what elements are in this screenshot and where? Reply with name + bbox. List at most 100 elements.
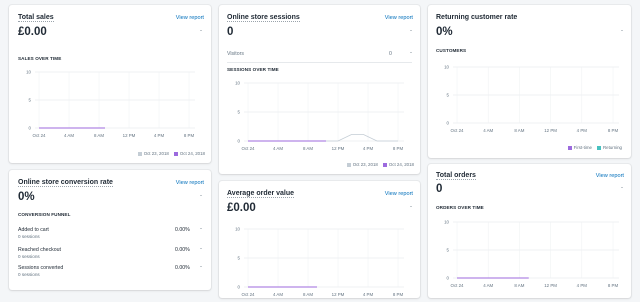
visitors-value: 0	[389, 51, 392, 57]
returning-title: Returning customer rate	[436, 14, 518, 21]
legend-label-first-time: First-time	[573, 145, 592, 150]
funnel-row-percent: 0.00%	[175, 265, 190, 271]
x-tick-label: 8 PM	[393, 292, 404, 297]
conversion-value: 0%	[18, 191, 35, 203]
x-tick-label: 8 AM	[303, 146, 313, 151]
funnel-row-change: -	[200, 246, 202, 252]
sessions-view-report-link[interactable]: View report	[385, 15, 413, 21]
y-tick-label: 0	[447, 121, 450, 126]
x-tick-label: 12 PM	[123, 133, 136, 138]
conversion-title[interactable]: Online store conversion rate	[18, 179, 113, 187]
average-order-value-card: Average order value View report £0.00 - …	[219, 181, 420, 298]
conversion-view-report-link[interactable]: View report	[176, 180, 204, 186]
sessions-legend: Oct 23, 2018 Oct 24, 2018	[346, 162, 414, 167]
sales-legend: Oct 23, 2018 Oct 24, 2018	[137, 151, 205, 156]
x-tick-label: 4 PM	[363, 292, 374, 297]
total-orders-value: 0	[436, 183, 443, 195]
x-tick-label: 8 PM	[608, 283, 619, 288]
legend-swatch-current	[382, 162, 387, 167]
sessions-over-time-chart: 10 5 0Oct 24 4 AM 8 AM 12 PM 4 PM 8 PM	[235, 81, 404, 151]
visitors-divider	[227, 62, 412, 63]
sales-over-time-chart: 10 5 0Oct 24 4 AM 8 AM 12 PM 4 PM 8 PM	[26, 70, 195, 138]
returning-value: 0%	[436, 26, 453, 38]
conversion-funnel-label: CONVERSION FUNNEL	[18, 212, 71, 217]
y-tick-label: 5	[447, 248, 450, 253]
x-tick-label: 8 AM	[303, 292, 313, 297]
sessions-title[interactable]: Online store sessions	[227, 14, 300, 22]
legend-swatch-prev	[137, 151, 142, 156]
x-tick-label: Oct 24	[33, 133, 46, 138]
total-sales-card: Total sales View report £0.00 - SALES OV…	[9, 5, 211, 163]
funnel-row-change: -	[200, 226, 202, 232]
x-tick-label: 12 PM	[544, 128, 557, 133]
x-tick-label: 8 PM	[608, 128, 619, 133]
x-tick-label: Oct 24	[242, 146, 255, 151]
x-tick-label: 8 AM	[514, 128, 524, 133]
y-tick-label: 5	[29, 98, 32, 103]
orders-over-time-label: ORDERS OVER TIME	[436, 205, 484, 210]
y-tick-label: 5	[238, 256, 241, 261]
x-tick-label: 4 AM	[273, 292, 283, 297]
y-tick-label: 0	[238, 285, 241, 290]
x-tick-label: 4 AM	[273, 146, 283, 151]
returning-customer-rate-card: Returning customer rate 0% - CUSTOMERS 1…	[428, 5, 631, 158]
visitors-change: -	[410, 50, 412, 56]
visitors-label: Visitors	[227, 51, 244, 57]
total-sales-value: £0.00	[18, 26, 47, 38]
online-store-sessions-card: Online store sessions View report 0 - Vi…	[219, 5, 420, 174]
x-tick-label: 12 PM	[544, 283, 557, 288]
total-orders-view-report-link[interactable]: View report	[596, 173, 624, 179]
y-tick-label: 5	[447, 93, 450, 98]
funnel-row-change: -	[200, 264, 202, 270]
customers-legend: First-time Returning	[567, 145, 622, 150]
x-tick-label: 4 PM	[577, 283, 588, 288]
y-tick-label: 10	[235, 81, 240, 86]
x-tick-label: 8 AM	[514, 283, 524, 288]
series-line-comparison	[248, 134, 398, 142]
total-orders-card: Total orders View report 0 - ORDERS OVER…	[428, 164, 631, 298]
legend-label-returning: Returning	[602, 145, 622, 150]
aov-title[interactable]: Average order value	[227, 190, 295, 198]
funnel-row-percent: 0.00%	[175, 227, 190, 233]
x-tick-label: Oct 24	[451, 128, 464, 133]
sessions-value: 0	[227, 26, 234, 38]
y-tick-label: 5	[238, 110, 241, 115]
aov-view-report-link[interactable]: View report	[385, 191, 413, 197]
x-tick-label: Oct 24	[451, 283, 464, 288]
legend-label-prev: Oct 23, 2018	[143, 151, 169, 156]
funnel-row-percent: 0.00%	[175, 247, 190, 253]
x-tick-label: 12 PM	[332, 146, 345, 151]
funnel-row-sub: 0 sessions	[18, 272, 40, 277]
sessions-change: -	[410, 28, 412, 34]
x-tick-label: 8 AM	[94, 133, 104, 138]
legend-swatch-returning	[596, 145, 601, 150]
conversion-rate-card: Online store conversion rate View report…	[9, 170, 211, 290]
legend-label-current: Oct 24, 2018	[179, 151, 205, 156]
funnel-row-label: Sessions converted	[18, 265, 64, 271]
legend-label-prev: Oct 23, 2018	[352, 162, 378, 167]
aov-change: -	[410, 204, 412, 210]
x-tick-label: Oct 24	[242, 292, 255, 297]
funnel-row-label: Added to cart	[18, 227, 49, 233]
sales-over-time-label: SALES OVER TIME	[18, 56, 62, 61]
legend-label-current: Oct 24, 2018	[388, 162, 414, 167]
legend-swatch-prev	[346, 162, 351, 167]
y-tick-label: 10	[26, 70, 31, 75]
conversion-change: -	[200, 193, 202, 199]
total-sales-view-report-link[interactable]: View report	[176, 15, 204, 21]
customers-chart: 10 5 0Oct 24 4 AM 8 AM 12 PM 4 PM 8 PM	[444, 65, 619, 133]
sessions-over-time-label: SESSIONS OVER TIME	[227, 67, 279, 72]
x-tick-label: 4 AM	[483, 128, 493, 133]
x-tick-label: 8 PM	[184, 133, 195, 138]
total-orders-title[interactable]: Total orders	[436, 172, 476, 180]
x-tick-label: 4 PM	[577, 128, 588, 133]
y-tick-label: 0	[447, 276, 450, 281]
y-tick-label: 10	[235, 227, 240, 232]
legend-swatch-first-time	[567, 145, 572, 150]
total-sales-title[interactable]: Total sales	[18, 14, 54, 22]
orders-over-time-chart: 10 5 0Oct 24 4 AM 8 AM 12 PM 4 PM 8 PM	[444, 220, 619, 288]
funnel-row-label: Reached checkout	[18, 247, 61, 253]
funnel-row-sub: 0 sessions	[18, 234, 40, 239]
x-tick-label: 4 AM	[483, 283, 493, 288]
y-tick-label: 10	[444, 220, 449, 225]
